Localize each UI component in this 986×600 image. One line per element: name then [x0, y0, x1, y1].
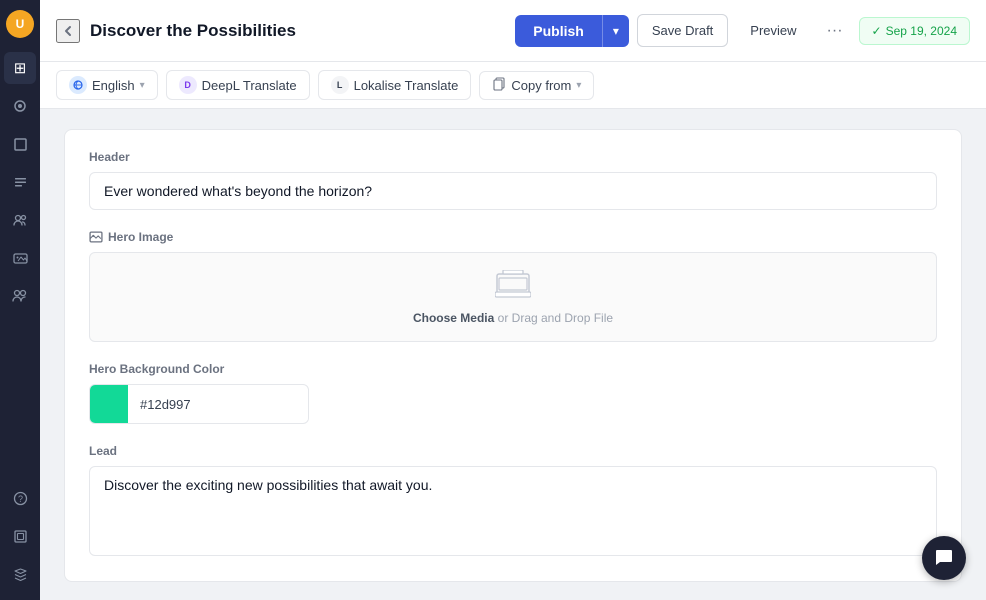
- language-selector[interactable]: English ▾: [56, 70, 158, 100]
- bg-color-label: Hero Background Color: [89, 362, 937, 376]
- home-icon[interactable]: ⊞: [4, 52, 36, 84]
- help-icon[interactable]: ?: [4, 482, 36, 514]
- svg-text:?: ?: [17, 494, 22, 504]
- layers-icon[interactable]: [4, 520, 36, 552]
- publish-dropdown-arrow[interactable]: ▾: [602, 15, 629, 47]
- sidebar: U ⊞ ?: [0, 0, 40, 600]
- status-check-icon: ✓: [872, 24, 882, 38]
- copy-from-arrow-icon: ▾: [576, 80, 581, 91]
- header-field-label: Header: [89, 150, 937, 164]
- preview-button[interactable]: Preview: [736, 15, 810, 46]
- copy-from-button[interactable]: Copy from ▾: [479, 71, 594, 100]
- form-card: Header Hero Image: [64, 129, 962, 582]
- topbar-actions: Publish ▾ Save Draft Preview ··· ✓ Sep 1…: [515, 14, 970, 47]
- deepl-translate-button[interactable]: D DeepL Translate: [166, 70, 310, 100]
- copy-from-label: Copy from: [511, 78, 571, 93]
- drag-drop-text: or Drag and Drop File: [498, 311, 613, 325]
- hero-image-label: Hero Image: [89, 230, 937, 244]
- lokalise-icon: L: [331, 76, 349, 94]
- blog-icon[interactable]: [4, 90, 36, 122]
- header-input[interactable]: [89, 172, 937, 210]
- users-icon[interactable]: [4, 280, 36, 312]
- copy-from-icon: [492, 77, 506, 94]
- media-icon[interactable]: [4, 242, 36, 274]
- deepl-icon: D: [179, 76, 197, 94]
- header-field-section: Header: [89, 150, 937, 210]
- deepl-label: DeepL Translate: [202, 78, 297, 93]
- publish-button-group: Publish ▾: [515, 15, 629, 47]
- language-icon: [69, 76, 87, 94]
- page-title: Discover the Possibilities: [90, 21, 505, 41]
- lokalise-label: Lokalise Translate: [354, 78, 459, 93]
- language-label: English: [92, 78, 135, 93]
- hero-image-dropzone[interactable]: Choose Media or Drag and Drop File: [89, 252, 937, 342]
- publish-button[interactable]: Publish: [515, 15, 602, 47]
- topbar: Discover the Possibilities Publish ▾ Sav…: [40, 0, 986, 62]
- color-swatch[interactable]: [90, 385, 128, 423]
- status-badge: ✓ Sep 19, 2024: [859, 17, 970, 45]
- content-icon[interactable]: [4, 166, 36, 198]
- main-area: Discover the Possibilities Publish ▾ Sav…: [40, 0, 986, 600]
- lead-textarea[interactable]: [89, 466, 937, 556]
- content-area: Header Hero Image: [40, 109, 986, 600]
- choose-media-label: Choose Media: [413, 311, 494, 325]
- color-picker: [89, 384, 309, 424]
- color-value-input[interactable]: [128, 389, 309, 420]
- lead-field-section: Lead: [89, 444, 937, 561]
- lead-label: Lead: [89, 444, 937, 458]
- more-button[interactable]: ···: [819, 16, 851, 46]
- chat-bubble[interactable]: [922, 536, 966, 580]
- back-button[interactable]: [56, 19, 80, 43]
- drop-text: Choose Media or Drag and Drop File: [413, 311, 613, 325]
- hero-image-field-section: Hero Image Choose Media or Drag and Dr: [89, 230, 937, 342]
- upload-icon: [495, 270, 531, 305]
- team-icon[interactable]: [4, 204, 36, 236]
- avatar[interactable]: U: [6, 10, 34, 38]
- status-date: Sep 19, 2024: [886, 24, 957, 38]
- save-draft-button[interactable]: Save Draft: [637, 14, 728, 47]
- stack-icon[interactable]: [4, 558, 36, 590]
- toolbar: English ▾ D DeepL Translate L Lokalise T…: [40, 62, 986, 109]
- pages-icon[interactable]: [4, 128, 36, 160]
- bg-color-field-section: Hero Background Color: [89, 362, 937, 424]
- lokalise-translate-button[interactable]: L Lokalise Translate: [318, 70, 472, 100]
- language-arrow-icon: ▾: [140, 80, 145, 91]
